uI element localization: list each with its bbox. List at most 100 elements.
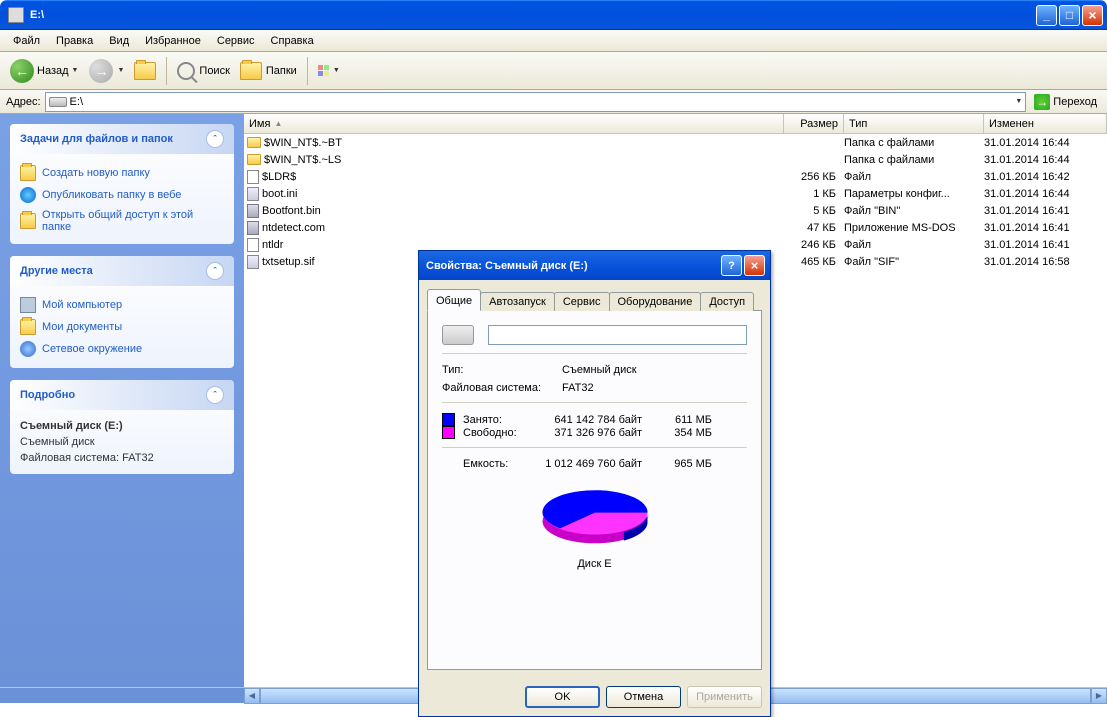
file-name: $WIN_NT$.~LS bbox=[264, 154, 341, 166]
tab-access[interactable]: Доступ bbox=[700, 292, 754, 311]
file-row[interactable]: boot.ini1 КБПараметры конфиг...31.01.201… bbox=[244, 185, 1107, 202]
menu-help[interactable]: Справка bbox=[264, 33, 321, 49]
address-input[interactable]: E:\ ▼ bbox=[45, 92, 1027, 112]
file-type: Файл bbox=[844, 171, 984, 183]
computer-icon bbox=[20, 297, 36, 313]
task-share[interactable]: Открыть общий доступ к этой папке bbox=[20, 206, 224, 236]
window-title: E:\ bbox=[28, 9, 1036, 21]
forward-button[interactable]: → ▼ bbox=[86, 57, 127, 85]
tab-general[interactable]: Общие bbox=[427, 289, 481, 311]
folders-button[interactable]: Папки bbox=[237, 60, 300, 82]
file-name: ntldr bbox=[262, 239, 283, 251]
apply-button[interactable]: Применить bbox=[687, 686, 762, 708]
file-name: txtsetup.sif bbox=[262, 256, 315, 268]
help-button[interactable]: ? bbox=[721, 255, 742, 276]
details-fs: Файловая система: FAT32 bbox=[20, 450, 224, 466]
go-button[interactable]: → Переход bbox=[1030, 92, 1101, 112]
sys-icon bbox=[247, 221, 259, 235]
maximize-button[interactable]: □ bbox=[1059, 5, 1080, 26]
minimize-button[interactable]: _ bbox=[1036, 5, 1057, 26]
menu-view[interactable]: Вид bbox=[102, 33, 136, 49]
place-my-documents[interactable]: Мои документы bbox=[20, 316, 224, 338]
file-size: 47 КБ bbox=[784, 222, 844, 234]
places-header[interactable]: Другие места ˆ bbox=[10, 256, 234, 286]
file-row[interactable]: $WIN_NT$.~BTПапка с файлами31.01.2014 16… bbox=[244, 134, 1107, 151]
volume-label-input[interactable] bbox=[488, 325, 747, 345]
fs-label: Файловая система: bbox=[442, 382, 562, 394]
ok-button[interactable]: OK bbox=[525, 686, 600, 708]
sidebar: Задачи для файлов и папок ˆ Создать нову… bbox=[0, 114, 244, 687]
free-bytes: 371 326 976 байт bbox=[522, 427, 642, 439]
close-button[interactable]: × bbox=[1082, 5, 1103, 26]
file-modified: 31.01.2014 16:58 bbox=[984, 256, 1107, 268]
details-type: Съемный диск bbox=[20, 434, 224, 450]
file-name: ntdetect.com bbox=[262, 222, 325, 234]
tab-service[interactable]: Сервис bbox=[554, 292, 610, 311]
tasks-title: Задачи для файлов и папок bbox=[20, 133, 173, 145]
column-name[interactable]: Имя▲ bbox=[244, 114, 784, 134]
column-type[interactable]: Тип bbox=[844, 114, 984, 134]
up-button[interactable] bbox=[131, 60, 159, 82]
collapse-icon[interactable]: ˆ bbox=[206, 262, 224, 280]
search-button[interactable]: Поиск bbox=[174, 60, 232, 82]
place-network[interactable]: Сетевое окружение bbox=[20, 338, 224, 360]
scroll-left-button[interactable]: ◀ bbox=[244, 688, 260, 704]
file-row[interactable]: ntdetect.com47 КБПриложение MS-DOS31.01.… bbox=[244, 219, 1107, 236]
tasks-panel: Задачи для файлов и папок ˆ Создать нову… bbox=[10, 124, 234, 244]
scroll-right-button[interactable]: ▶ bbox=[1091, 688, 1107, 704]
views-dropdown-icon[interactable]: ▼ bbox=[333, 67, 340, 74]
forward-dropdown-icon[interactable]: ▼ bbox=[117, 67, 124, 74]
network-icon bbox=[20, 341, 36, 357]
capacity-mb: 965 МБ bbox=[642, 458, 712, 470]
details-header[interactable]: Подробно ˆ bbox=[10, 380, 234, 410]
collapse-icon[interactable]: ˆ bbox=[206, 130, 224, 148]
file-row[interactable]: $WIN_NT$.~LSПапка с файлами31.01.2014 16… bbox=[244, 151, 1107, 168]
properties-dialog: Свойства: Съемный диск (E:) ? × Общие Ав… bbox=[418, 250, 771, 717]
menu-edit[interactable]: Правка bbox=[49, 33, 100, 49]
file-icon bbox=[247, 238, 259, 252]
go-label: Переход bbox=[1053, 96, 1097, 108]
views-button[interactable]: ▼ bbox=[315, 63, 343, 78]
tab-autorun[interactable]: Автозапуск bbox=[480, 292, 555, 311]
disk-usage-pie-chart bbox=[525, 482, 665, 552]
dialog-titlebar[interactable]: Свойства: Съемный диск (E:) ? × bbox=[419, 251, 770, 280]
back-label: Назад bbox=[37, 65, 69, 77]
task-new-folder[interactable]: Создать новую папку bbox=[20, 162, 224, 184]
menu-tools[interactable]: Сервис bbox=[210, 33, 262, 49]
file-type: Приложение MS-DOS bbox=[844, 222, 984, 234]
place-my-computer[interactable]: Мой компьютер bbox=[20, 294, 224, 316]
dialog-close-button[interactable]: × bbox=[744, 255, 765, 276]
views-icon bbox=[318, 65, 329, 76]
back-dropdown-icon[interactable]: ▼ bbox=[72, 67, 79, 74]
collapse-icon[interactable]: ˆ bbox=[206, 386, 224, 404]
menu-file[interactable]: Файл bbox=[6, 33, 47, 49]
column-modified[interactable]: Изменен bbox=[984, 114, 1107, 134]
dialog-title: Свойства: Съемный диск (E:) bbox=[424, 260, 721, 272]
file-modified: 31.01.2014 16:44 bbox=[984, 137, 1107, 149]
address-bar: Адрес: E:\ ▼ → Переход bbox=[0, 90, 1107, 114]
tab-hardware[interactable]: Оборудование bbox=[609, 292, 702, 311]
file-modified: 31.01.2014 16:44 bbox=[984, 188, 1107, 200]
address-dropdown-icon[interactable]: ▼ bbox=[1015, 98, 1022, 105]
address-value: E:\ bbox=[70, 96, 83, 108]
file-size: 256 КБ bbox=[784, 171, 844, 183]
dialog-tabs: Общие Автозапуск Сервис Оборудование Дос… bbox=[427, 289, 762, 311]
separator bbox=[442, 447, 747, 448]
go-arrow-icon: → bbox=[1034, 94, 1050, 110]
tasks-header[interactable]: Задачи для файлов и папок ˆ bbox=[10, 124, 234, 154]
used-color-icon bbox=[442, 413, 455, 426]
cancel-button[interactable]: Отмена bbox=[606, 686, 681, 708]
menu-favorites[interactable]: Избранное bbox=[138, 33, 208, 49]
capacity-row: Емкость: 1 012 469 760 байт 965 МБ bbox=[442, 458, 747, 470]
capacity-bytes: 1 012 469 760 байт bbox=[522, 458, 642, 470]
file-name: boot.ini bbox=[262, 188, 297, 200]
tab-content-general: Тип:Съемный диск Файловая система:FAT32 … bbox=[427, 310, 762, 670]
file-row[interactable]: Bootfont.bin5 КБФайл "BIN"31.01.2014 16:… bbox=[244, 202, 1107, 219]
column-size[interactable]: Размер bbox=[784, 114, 844, 134]
back-button[interactable]: ← Назад ▼ bbox=[6, 57, 82, 85]
file-name: $LDR$ bbox=[262, 171, 296, 183]
details-panel: Подробно ˆ Съемный диск (E:) Съемный дис… bbox=[10, 380, 234, 474]
task-publish[interactable]: Опубликовать папку в вебе bbox=[20, 184, 224, 206]
globe-icon bbox=[20, 187, 36, 203]
file-row[interactable]: $LDR$256 КБФайл31.01.2014 16:42 bbox=[244, 168, 1107, 185]
